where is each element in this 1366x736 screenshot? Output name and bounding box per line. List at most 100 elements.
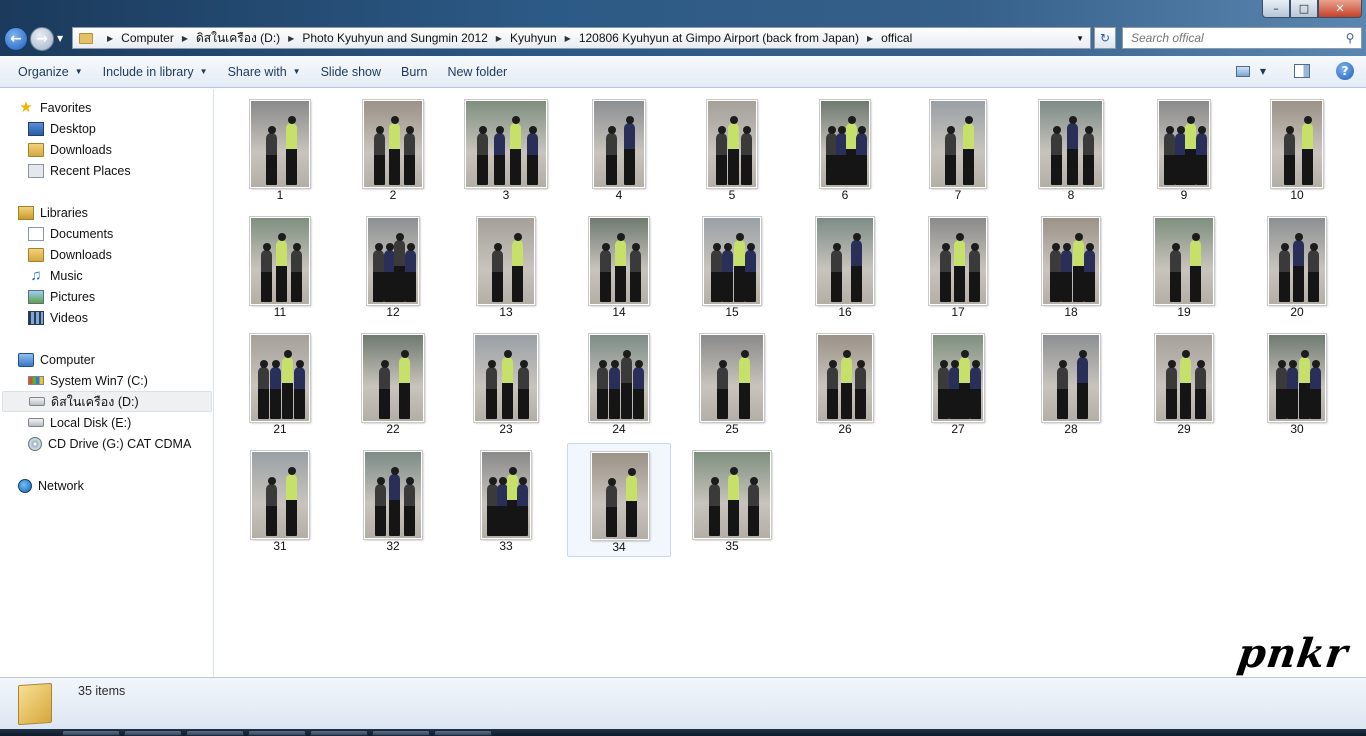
photo-thumbnail — [815, 216, 875, 306]
taskbar-button[interactable] — [434, 730, 492, 736]
file-item[interactable]: 10 — [1245, 92, 1349, 206]
file-item[interactable]: 30 — [1245, 326, 1349, 440]
chevron-right-icon[interactable]: ▶ — [496, 34, 502, 43]
minimize-button[interactable]: – — [1262, 0, 1290, 18]
address-dropdown-icon[interactable]: ▼ — [1076, 34, 1084, 43]
file-item[interactable]: 18 — [1019, 209, 1123, 323]
breadcrumb-kyuhyun[interactable]: Kyuhyun — [510, 31, 557, 45]
file-item[interactable]: 13 — [454, 209, 558, 323]
nav-libraries[interactable]: Libraries — [18, 202, 208, 223]
file-name: 2 — [389, 188, 397, 202]
file-item[interactable]: 34 — [567, 443, 671, 557]
back-button[interactable]: ← — [4, 27, 28, 51]
file-item[interactable]: 15 — [680, 209, 784, 323]
file-item[interactable]: 12 — [341, 209, 445, 323]
change-view-icon[interactable] — [1235, 65, 1250, 77]
file-item[interactable]: 23 — [454, 326, 558, 440]
nav-item-desktop[interactable]: Desktop — [28, 118, 208, 139]
burn-button[interactable]: Burn — [391, 65, 437, 79]
taskbar-button[interactable] — [310, 730, 368, 736]
nav-item-drive-d[interactable]: ดิสในเครือง (D:) — [2, 391, 212, 412]
file-item[interactable]: 4 — [567, 92, 671, 206]
nav-computer[interactable]: Computer — [18, 349, 208, 370]
file-item[interactable]: 9 — [1132, 92, 1236, 206]
nav-item-drive-c[interactable]: System Win7 (C:) — [28, 370, 208, 391]
file-item[interactable]: 16 — [793, 209, 897, 323]
taskbar-button[interactable] — [372, 730, 430, 736]
close-button[interactable]: ✕ — [1318, 0, 1362, 18]
nav-item-recent-places[interactable]: Recent Places — [28, 160, 208, 181]
preview-pane-icon[interactable] — [1294, 64, 1310, 78]
downloads-folder-icon — [28, 142, 44, 157]
address-bar[interactable]: ▶ Computer ▶ ดิสในเครือง (D:) ▶ Photo Ky… — [72, 27, 1091, 49]
include-in-library-menu[interactable]: Include in library ▼ — [93, 65, 218, 79]
file-item[interactable]: 14 — [567, 209, 671, 323]
file-item[interactable]: 17 — [906, 209, 1010, 323]
file-item[interactable]: 35 — [680, 443, 784, 557]
taskbar-button[interactable] — [248, 730, 306, 736]
taskbar-button[interactable] — [186, 730, 244, 736]
file-item[interactable]: 24 — [567, 326, 671, 440]
nav-item-videos[interactable]: Videos — [28, 307, 208, 328]
breadcrumb-event-folder[interactable]: 120806 Kyuhyun at Gimpo Airport (back fr… — [579, 31, 859, 45]
chevron-right-icon[interactable]: ▶ — [867, 34, 873, 43]
nav-item-library-downloads[interactable]: Downloads — [28, 244, 208, 265]
file-item[interactable]: 22 — [341, 326, 445, 440]
file-item[interactable]: 1 — [228, 92, 332, 206]
nav-item-drive-e[interactable]: Local Disk (E:) — [28, 412, 208, 433]
chevron-right-icon[interactable]: ▶ — [107, 34, 113, 43]
refresh-button[interactable]: ↻ — [1094, 27, 1116, 49]
slide-show-button[interactable]: Slide show — [311, 65, 391, 79]
file-item[interactable]: 33 — [454, 443, 558, 557]
file-item[interactable]: 26 — [793, 326, 897, 440]
taskbar-button[interactable] — [124, 730, 182, 736]
nav-network[interactable]: Network — [18, 475, 208, 496]
breadcrumb-computer[interactable]: Computer — [121, 31, 174, 45]
file-item[interactable]: 19 — [1132, 209, 1236, 323]
chevron-right-icon[interactable]: ▶ — [182, 34, 188, 43]
taskbar-button[interactable] — [62, 730, 120, 736]
file-item[interactable]: 5 — [680, 92, 784, 206]
file-item[interactable]: 29 — [1132, 326, 1236, 440]
file-item[interactable]: 3 — [454, 92, 558, 206]
recent-pages-dropdown[interactable]: ▼ — [57, 34, 63, 43]
nav-item-music[interactable]: ♫ Music — [28, 265, 208, 286]
chevron-right-icon[interactable]: ▶ — [288, 34, 294, 43]
breadcrumb-offical[interactable]: offical — [881, 31, 912, 45]
nav-label: Videos — [50, 310, 88, 325]
file-item[interactable]: 8 — [1019, 92, 1123, 206]
chevron-down-icon: ▼ — [292, 67, 301, 76]
share-with-menu[interactable]: Share with ▼ — [218, 65, 311, 79]
file-item[interactable]: 27 — [906, 326, 1010, 440]
breadcrumb-photo-folder[interactable]: Photo Kyuhyun and Sungmin 2012 — [302, 31, 487, 45]
maximize-button[interactable]: □ — [1290, 0, 1318, 18]
organize-menu[interactable]: Organize ▼ — [8, 65, 93, 79]
photo-thumbnail — [819, 99, 871, 189]
search-input[interactable] — [1123, 31, 1339, 45]
file-item[interactable]: 31 — [228, 443, 332, 557]
file-name: 11 — [273, 305, 287, 319]
chevron-down-icon[interactable]: ▼ — [1260, 67, 1266, 76]
search-box[interactable]: ⚲ — [1122, 27, 1362, 49]
file-item[interactable]: 21 — [228, 326, 332, 440]
nav-label: Documents — [50, 226, 114, 241]
nav-favorites[interactable]: ★ Favorites — [18, 97, 208, 118]
breadcrumb-drive-d[interactable]: ดิสในเครือง (D:) — [196, 29, 280, 48]
forward-button[interactable]: → — [30, 27, 54, 51]
nav-item-downloads[interactable]: Downloads — [28, 139, 208, 160]
nav-item-drive-g[interactable]: CD Drive (G:) CAT CDMA — [28, 433, 208, 454]
nav-item-pictures[interactable]: Pictures — [28, 286, 208, 307]
file-item[interactable]: 32 — [341, 443, 445, 557]
file-item[interactable]: 2 — [341, 92, 445, 206]
new-folder-button[interactable]: New folder — [437, 65, 517, 79]
help-button[interactable]: ? — [1336, 62, 1354, 80]
file-item[interactable]: 6 — [793, 92, 897, 206]
file-item[interactable]: 7 — [906, 92, 1010, 206]
file-item[interactable]: 20 — [1245, 209, 1349, 323]
chevron-right-icon[interactable]: ▶ — [565, 34, 571, 43]
search-icon[interactable]: ⚲ — [1339, 31, 1361, 45]
file-item[interactable]: 28 — [1019, 326, 1123, 440]
file-item[interactable]: 25 — [680, 326, 784, 440]
nav-item-documents[interactable]: Documents — [28, 223, 208, 244]
file-item[interactable]: 11 — [228, 209, 332, 323]
